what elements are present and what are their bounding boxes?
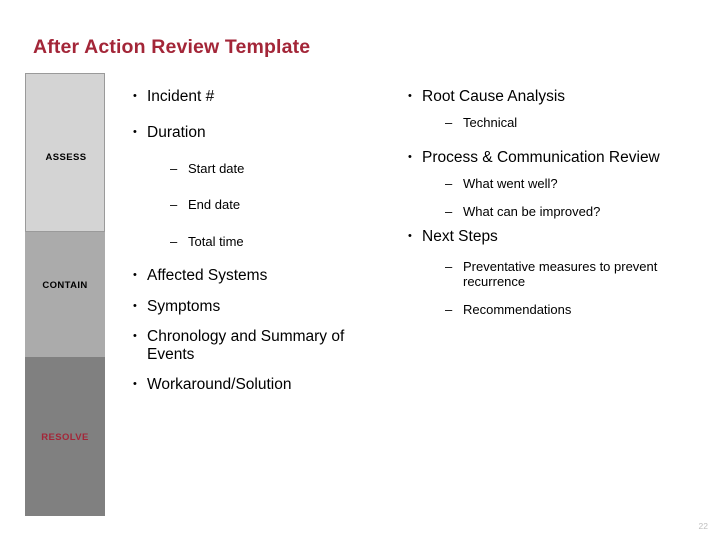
bullet-marker-icon: • <box>408 150 412 163</box>
page-number: 22 <box>698 521 708 531</box>
list-item-label: What went well? <box>463 176 558 192</box>
list-item: • Next Steps <box>408 228 708 246</box>
list-item: • Process & Communication Review <box>408 149 708 167</box>
list-item-label: Chronology and Summary of Events <box>147 327 345 364</box>
dash-marker-icon: – <box>170 160 178 176</box>
bullet-marker-icon: • <box>408 90 412 102</box>
list-item-label: Process & Communication Review <box>422 148 660 166</box>
phase-block-assess[interactable]: ASSESS <box>25 73 105 232</box>
bullet-marker-icon: • <box>133 378 137 391</box>
list-item-label: Incident # <box>147 88 215 105</box>
list-item-label: Preventative measures to prevent recurre… <box>463 258 658 290</box>
list-item: – End date <box>170 197 395 213</box>
list-item: – Total time <box>170 234 395 250</box>
list-item: – Technical <box>445 115 708 131</box>
content-column-left: • Incident # • Duration – Start date – E… <box>133 88 395 409</box>
phase-block-resolve[interactable]: RESOLVE <box>25 357 105 516</box>
list-item: • Root Cause Analysis <box>408 88 708 106</box>
list-item-label: Total time <box>188 233 244 249</box>
list-item: – Start date <box>170 161 395 177</box>
dash-marker-icon: – <box>445 301 453 317</box>
list-item-label: What can be improved? <box>463 203 601 219</box>
list-item-label: Symptoms <box>147 297 221 315</box>
list-item: • Affected Systems <box>133 267 395 285</box>
phase-block-contain[interactable]: CONTAIN <box>25 232 105 357</box>
list-item-label: Duration <box>147 124 206 142</box>
list-item: • Incident # <box>133 88 395 106</box>
dash-marker-icon: – <box>170 233 178 249</box>
list-item: • Symptoms <box>133 298 395 316</box>
list-item: – Recommendations <box>445 302 708 318</box>
dash-marker-icon: – <box>170 197 178 213</box>
list-item: – What can be improved? <box>445 204 708 220</box>
content-column-right: • Root Cause Analysis – Technical • Proc… <box>408 88 708 331</box>
dash-marker-icon: – <box>445 258 453 274</box>
phase-label-resolve: RESOLVE <box>41 432 89 443</box>
dash-marker-icon: – <box>445 203 453 219</box>
phase-label-assess: ASSESS <box>45 152 87 163</box>
list-item-label: Recommendations <box>463 301 572 317</box>
list-item: • Chronology and Summary of Events <box>133 328 395 365</box>
list-item-label: End date <box>188 197 241 213</box>
list-item-label: Affected Systems <box>147 267 268 285</box>
phase-label-contain: CONTAIN <box>42 280 88 291</box>
bullet-marker-icon: • <box>133 329 137 342</box>
bullet-marker-icon: • <box>133 269 137 282</box>
list-item-label: Root Cause Analysis <box>422 88 566 105</box>
list-item-label: Technical <box>463 115 518 131</box>
dash-marker-icon: – <box>445 176 453 192</box>
dash-marker-icon: – <box>445 115 453 131</box>
list-item-label: Workaround/Solution <box>147 376 292 394</box>
list-item-label: Next Steps <box>422 228 498 246</box>
phase-progression-bar: ASSESS CONTAIN RESOLVE <box>25 73 105 516</box>
list-item-label: Start date <box>188 160 245 176</box>
list-item: – What went well? <box>445 176 708 192</box>
list-item: • Duration <box>133 124 395 142</box>
page-title: After Action Review Template <box>33 36 311 58</box>
list-item: • Workaround/Solution <box>133 376 395 394</box>
bullet-marker-icon: • <box>133 90 137 102</box>
list-item: – Preventative measures to prevent recur… <box>445 259 708 290</box>
bullet-marker-icon: • <box>133 299 137 312</box>
bullet-marker-icon: • <box>133 126 137 139</box>
bullet-marker-icon: • <box>408 230 412 243</box>
